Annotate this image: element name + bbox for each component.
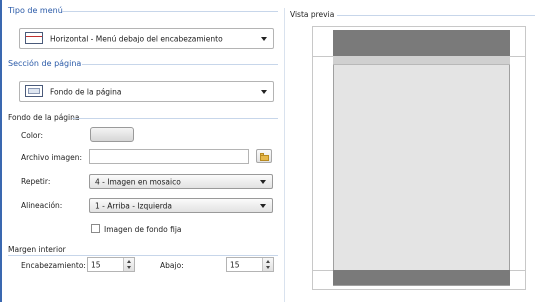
image-file-label: Archivo imagen: [21,153,83,162]
preview-menu-bar [333,56,510,65]
page-section-heading-line [82,64,278,65]
inner-margin-heading-line [8,255,278,256]
image-file-input[interactable] [89,149,249,164]
alignment-selected: 1 - Arriba - Izquierda [95,201,172,210]
folder-open-icon[interactable] [256,149,272,163]
chevron-down-icon [260,203,266,208]
chevron-down-icon [261,89,267,94]
page-section-select[interactable]: Fondo de la página [19,81,274,102]
horizontal-menu-icon [25,32,43,44]
header-margin-label: Encabezamiento: [21,261,86,270]
repeat-label: Repetir: [21,177,51,186]
arrow-up-icon [127,260,131,263]
stepper-buttons[interactable] [123,258,134,271]
preview-header-block [333,30,510,56]
page-background-heading-line [72,118,278,119]
color-label: Color: [21,131,43,140]
arrow-down-icon [266,266,270,269]
page-section-heading: Sección de página [8,59,82,68]
page-background-icon [25,85,43,97]
page-background-heading: Fondo de la página [8,113,80,122]
bottom-margin-label: Abajo: [160,261,184,270]
window-left-border [0,0,2,302]
page-section-selected: Fondo de la página [50,87,122,96]
chevron-down-icon [261,36,267,41]
arrow-up-icon [266,260,270,263]
preview-page [333,30,510,286]
header-margin-stepper[interactable]: 15 [87,257,135,272]
fixed-background-label: Imagen de fondo fija [104,225,182,234]
arrow-down-icon [127,266,131,269]
menu-type-heading-line [62,11,278,12]
repeat-select[interactable]: 4 - Imagen en mosaico [89,174,273,189]
repeat-selected: 4 - Imagen en mosaico [95,177,181,186]
preview-heading: Vista previa [290,10,335,19]
stepper-buttons[interactable] [262,258,273,271]
preview-heading-line [337,15,535,16]
menu-type-heading: Tipo de menú [8,6,63,15]
chevron-down-icon [260,179,266,184]
color-picker-button[interactable] [90,127,134,142]
bottom-margin-stepper[interactable]: 15 [226,257,274,272]
preview-footer-block [333,270,510,285]
alignment-select[interactable]: 1 - Arriba - Izquierda [89,198,273,213]
header-margin-value: 15 [91,260,101,269]
bottom-margin-value: 15 [230,260,240,269]
alignment-label: Alineación: [21,201,63,210]
fixed-background-checkbox[interactable] [91,224,100,233]
inner-margin-heading: Margen interior [8,245,66,254]
menu-type-select[interactable]: Horizontal - Menú debajo del encabezamie… [19,28,274,49]
panel-divider [284,8,285,302]
menu-type-selected: Horizontal - Menú debajo del encabezamie… [50,34,223,43]
